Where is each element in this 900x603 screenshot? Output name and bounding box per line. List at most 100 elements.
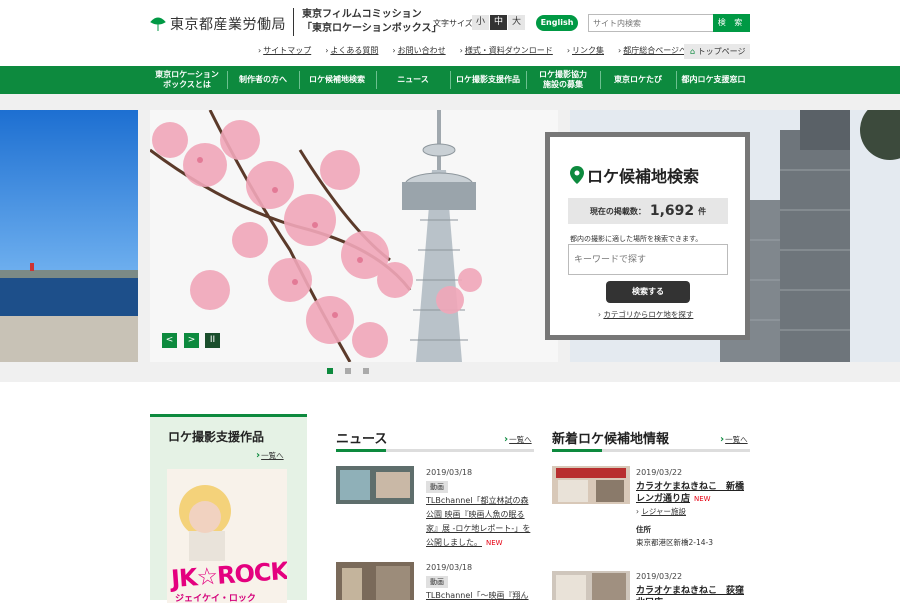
news-thumb-1[interactable] xyxy=(336,466,414,504)
nav-supported-works[interactable]: ロケ撮影支援作品 xyxy=(451,66,525,94)
downloads-link[interactable]: 様式・資料ダウンロード xyxy=(460,45,553,56)
contact-link[interactable]: お問い合わせ xyxy=(392,45,446,56)
nav-producers[interactable]: 制作者の方へ xyxy=(228,66,298,94)
links-link[interactable]: リンク集 xyxy=(567,45,604,56)
slide-dot-2[interactable] xyxy=(345,368,351,374)
location-address-1: 東京都港区新橋2-14-3 xyxy=(636,538,713,547)
slide-pause-button[interactable]: II xyxy=(205,333,220,348)
chevron-right-icon: › xyxy=(256,450,261,461)
listing-count-value: 1,692 xyxy=(649,203,695,219)
news-title-rule xyxy=(336,449,534,452)
category-search-link[interactable]: › カテゴリからロケ地を探す xyxy=(598,309,693,320)
site-name-line2: 「東京ロケーションボックス」 xyxy=(302,23,442,34)
location-search-title: ロケ候補地検索 xyxy=(570,163,699,187)
nav-about[interactable]: 東京ロケーション ボックスとは xyxy=(150,66,224,94)
site-name[interactable]: 東京フィルムコミッション 「東京ロケーションボックス」 xyxy=(293,8,442,36)
new-badge: NEW xyxy=(694,495,711,503)
utility-links: サイトマップ よくある質問 お問い合わせ 様式・資料ダウンロード リンク集 都庁… xyxy=(258,45,719,56)
location-item-2[interactable]: カラオケまねきねこ 荻窪北口店 xyxy=(636,585,750,600)
location-thumb-image xyxy=(552,466,630,504)
listing-count: 現在の掲載数： 1,692 件 xyxy=(568,198,728,224)
news-title: ニュース xyxy=(336,432,388,447)
font-size-label: 文字サイズ xyxy=(433,19,473,28)
address-label: 住所 xyxy=(636,525,651,534)
location-thumb-image xyxy=(552,571,630,600)
org-logo[interactable]: 東京都産業労働局 xyxy=(150,14,286,34)
category-search-link-text: カテゴリからロケ地を探す xyxy=(603,310,694,319)
new-badge: NEW xyxy=(486,539,503,547)
nav-location-tabi[interactable]: 東京ロケたび xyxy=(601,66,675,94)
news-item-1[interactable]: TLBchannel「都立林試の森公園 映画『映画人魚の眠る家』展 -ロケ地レポ… xyxy=(426,494,536,550)
location-date-2: 2019/03/22 xyxy=(636,572,683,581)
location-thumb-2[interactable] xyxy=(552,571,630,600)
new-locations-more-text: 一覧へ xyxy=(725,435,748,444)
new-locations-more-link[interactable]: ›一覧へ xyxy=(720,434,748,445)
news-date-1: 2019/03/18 xyxy=(426,468,473,477)
news-text-2: TLBchannel「～映画『翔ん xyxy=(426,591,529,600)
location-keyword-input[interactable] xyxy=(568,244,728,275)
chevron-right-icon: › xyxy=(504,434,509,445)
site-search-input[interactable] xyxy=(588,14,714,32)
top-page-button[interactable]: ⌂ トップページ xyxy=(684,44,750,59)
nav-support-desk[interactable]: 都内ロケ支援窓口 xyxy=(677,66,750,94)
home-icon: ⌂ xyxy=(690,47,696,56)
nav-location-search[interactable]: ロケ候補地検索 xyxy=(300,66,374,94)
location-name-1: カラオケまねきねこ 新橋レンガ通り店 xyxy=(636,482,745,504)
news-thumb-image xyxy=(336,562,414,600)
news-date-2: 2019/03/18 xyxy=(426,563,473,572)
chevron-right-icon: › xyxy=(636,507,639,516)
faq-link[interactable]: よくある質問 xyxy=(325,45,378,56)
location-thumb-1[interactable] xyxy=(552,466,630,504)
supported-works-title: ロケ撮影支援作品 xyxy=(168,430,265,444)
map-pin-icon xyxy=(570,166,584,184)
ginkgo-leaf-icon xyxy=(150,17,166,31)
nav-news[interactable]: ニュース xyxy=(377,66,449,94)
news-tag-1: 動画 xyxy=(426,481,448,493)
new-locations-title-rule xyxy=(552,449,750,452)
chevron-right-icon: › xyxy=(598,310,601,319)
supported-works-more-text: 一覧へ xyxy=(261,451,284,460)
slide-dot-3[interactable] xyxy=(363,368,369,374)
listing-count-unit: 件 xyxy=(698,206,707,216)
hero-slide-prev[interactable] xyxy=(0,110,138,362)
nav-facility-recruit[interactable]: ロケ撮影協力 施設の募集 xyxy=(527,66,599,94)
location-search-description: 都内の撮影に適した場所を検索できます。 xyxy=(570,235,703,243)
org-name: 東京都産業労働局 xyxy=(170,17,286,33)
news-item-2[interactable]: TLBchannel「～映画『翔ん xyxy=(426,589,536,600)
location-category-1[interactable]: › レジャー施設 xyxy=(636,506,686,517)
sitemap-link[interactable]: サイトマップ xyxy=(258,45,311,56)
poster-subtitle: ジェイケイ・ロック xyxy=(175,594,256,603)
new-locations-title: 新着ロケ候補地情報 xyxy=(552,432,670,447)
chevron-right-icon: › xyxy=(720,434,725,445)
location-search-title-text: ロケ候補地検索 xyxy=(587,167,700,186)
font-size-medium-button[interactable]: 中 xyxy=(490,15,507,30)
news-tag-2: 動画 xyxy=(426,576,448,588)
location-name-2: カラオケまねきねこ 荻窪北口店 xyxy=(636,586,745,600)
seaside-image xyxy=(0,110,138,362)
location-search-panel: ロケ候補地検索 現在の掲載数： 1,692 件 都内の撮影に適した場所を検索でき… xyxy=(545,132,750,340)
supported-works-box: ロケ撮影支援作品 ›一覧へ JK☆ROCK ジェイケイ・ロック xyxy=(150,414,307,603)
news-thumb-image xyxy=(336,466,414,504)
location-date-1: 2019/03/22 xyxy=(636,468,683,477)
slide-prev-button[interactable]: < xyxy=(162,333,177,348)
location-item-1[interactable]: カラオケまねきねこ 新橋レンガ通り店 NEW xyxy=(636,481,750,505)
news-more-link[interactable]: ›一覧へ xyxy=(504,434,532,445)
english-button[interactable]: English xyxy=(536,15,578,31)
listing-count-label: 現在の掲載数： xyxy=(589,206,646,216)
location-category-text: レジャー施設 xyxy=(641,507,687,516)
news-thumb-2[interactable] xyxy=(336,562,414,600)
font-size-small-button[interactable]: 小 xyxy=(472,15,489,30)
slide-dot-1[interactable] xyxy=(327,368,333,374)
top-page-label: トップページ xyxy=(697,47,746,56)
hero-slide-current[interactable] xyxy=(150,110,558,362)
supported-works-more-link[interactable]: ›一覧へ xyxy=(256,450,284,461)
slide-next-button[interactable]: > xyxy=(184,333,199,348)
global-nav: 東京ロケーション ボックスとは 制作者の方へ ロケ候補地検索 ニュース ロケ撮影… xyxy=(0,66,900,94)
skytree-blossom-image xyxy=(150,110,558,362)
site-name-line1: 東京フィルムコミッション xyxy=(302,9,422,20)
font-size-large-button[interactable]: 大 xyxy=(508,15,525,30)
location-search-submit[interactable]: 検索する xyxy=(606,281,690,303)
news-more-text: 一覧へ xyxy=(509,435,532,444)
film-poster-image[interactable]: JK☆ROCK ジェイケイ・ロック xyxy=(167,469,287,603)
site-search-button[interactable]: 検 索 xyxy=(713,14,750,32)
